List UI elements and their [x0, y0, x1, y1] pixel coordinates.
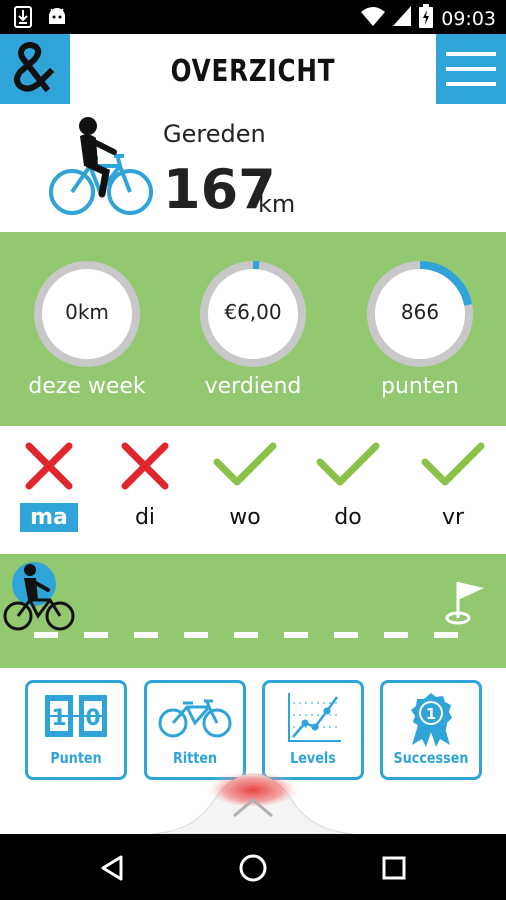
stat-label: deze week: [28, 374, 146, 399]
cross-icon: [119, 442, 171, 496]
award-ribbon-icon: 1: [383, 691, 479, 749]
stat-earned[interactable]: €6,00 verdiend: [183, 256, 323, 399]
stats-panel: 0km deze week €6,00 verdiend 866 punten: [0, 232, 506, 426]
tile-levels[interactable]: Levels: [262, 680, 364, 780]
line-graph-icon: [265, 691, 361, 747]
track-dash: [84, 632, 108, 638]
day-label: do: [334, 505, 362, 530]
stat-value: €6,00: [224, 300, 282, 324]
day-label: di: [134, 505, 156, 530]
day-ma[interactable]: ma: [9, 440, 89, 532]
stat-value: 0km: [65, 300, 109, 324]
cross-icon: [23, 442, 75, 496]
download-icon: [14, 6, 32, 33]
menu-button[interactable]: [436, 34, 506, 104]
track-dash: [384, 632, 408, 638]
wifi-icon: [361, 6, 386, 31]
cyclist-marker-icon: [2, 560, 80, 639]
bicycle-icon: [147, 697, 243, 739]
stat-week[interactable]: 0km deze week: [17, 256, 157, 399]
pull-up-handle[interactable]: [149, 766, 357, 836]
track-dash: [234, 632, 258, 638]
day-label: vr: [441, 505, 465, 530]
home-icon[interactable]: [237, 852, 269, 884]
day-do[interactable]: do: [308, 440, 388, 532]
battery-charging-icon: [419, 4, 434, 33]
stat-label: punten: [381, 374, 459, 399]
app-header: OVERZICHT: [0, 34, 506, 106]
ridden-unit: km: [258, 190, 296, 218]
day-label: ma: [20, 503, 78, 532]
recents-icon[interactable]: [378, 852, 410, 884]
check-icon: [421, 442, 485, 496]
tile-label: Punten: [50, 749, 102, 767]
track-dash: [284, 632, 308, 638]
tile-ritten[interactable]: Ritten: [144, 680, 246, 780]
back-icon[interactable]: [96, 852, 128, 884]
hamburger-menu-icon: [446, 52, 496, 56]
stat-points[interactable]: 866 punten: [350, 256, 490, 399]
ridden-summary: Gereden 167 km: [0, 106, 506, 230]
day-label: wo: [229, 505, 261, 530]
scoreboard-digit: 1: [51, 706, 66, 731]
track-dash: [134, 632, 158, 638]
cyclist-icon: [48, 112, 156, 227]
track-dash: [34, 632, 58, 638]
status-time: 09:03: [441, 7, 496, 30]
hamburger-line: [446, 82, 496, 86]
progress-track: [0, 554, 506, 668]
track-dash: [184, 632, 208, 638]
day-vr[interactable]: vr: [413, 440, 493, 532]
weekday-status: ma di wo do vr: [0, 426, 506, 554]
status-bar: 09:03: [0, 0, 506, 34]
award-badge-number: 1: [426, 705, 436, 723]
stat-label: verdiend: [204, 374, 302, 399]
track-dash: [334, 632, 358, 638]
check-icon: [316, 442, 380, 496]
hamburger-line: [446, 67, 496, 71]
page-title: OVERZICHT: [170, 54, 336, 89]
tile-label: Ritten: [172, 749, 218, 767]
scoreboard-digit: 0: [85, 706, 100, 731]
track-dash: [434, 632, 458, 638]
tile-successen[interactable]: 1 Successen: [380, 680, 482, 780]
signal-icon: [393, 6, 412, 31]
stat-value: 866: [400, 300, 440, 324]
tile-punten[interactable]: 1 0 Punten: [25, 680, 127, 780]
scoreboard-icon: 1 0: [28, 691, 124, 741]
day-di[interactable]: di: [105, 440, 185, 532]
ridden-label: Gereden: [163, 120, 266, 148]
tile-label: Successen: [393, 749, 469, 767]
android-icon: [46, 6, 68, 33]
check-icon: [213, 442, 277, 496]
tile-label: Levels: [290, 749, 336, 767]
finish-flag-icon: [444, 578, 488, 631]
system-nav-bar: [0, 834, 506, 900]
day-wo[interactable]: wo: [205, 440, 285, 532]
